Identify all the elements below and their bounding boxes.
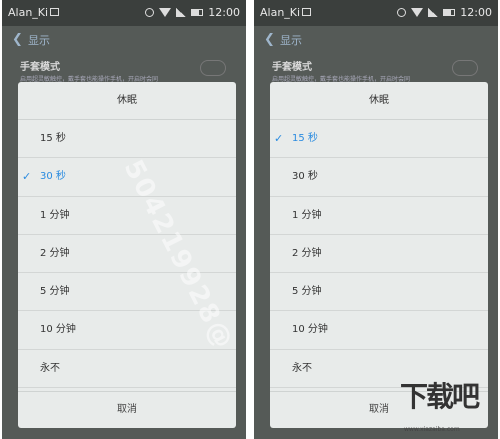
sleep-dialog: 休眠 ✓ 15 秒 30 秒 1 分钟 2 分钟 5 分钟 10 分钟 永不 取消 <box>270 82 488 428</box>
option-10min[interactable]: 10 分钟 <box>270 311 488 350</box>
back-arrow-icon[interactable]: ❮ <box>264 32 275 47</box>
option-1min[interactable]: 1 分钟 <box>270 197 488 235</box>
option-label: 10 分钟 <box>40 324 76 336</box>
checkmark-icon: ✓ <box>274 132 284 145</box>
glove-mode-toggle[interactable] <box>200 60 226 76</box>
status-bar: Alan_Ki 12:00 <box>254 0 498 26</box>
wifi-icon <box>411 8 424 17</box>
wifi-icon <box>159 8 172 17</box>
battery-icon <box>191 9 204 16</box>
image-notification-icon <box>50 8 59 16</box>
option-label: 30 秒 <box>40 171 66 183</box>
option-label: 15 秒 <box>292 133 318 144</box>
option-label: 永不 <box>292 362 312 374</box>
option-label: 5 分钟 <box>292 286 322 298</box>
setting-title: 手套模式 <box>20 62 60 73</box>
option-30s[interactable]: 30 秒 <box>270 158 488 197</box>
title-bar: ❮ 显示 <box>254 26 498 52</box>
option-5min[interactable]: 5 分钟 <box>18 273 236 312</box>
option-5min[interactable]: 5 分钟 <box>270 273 488 312</box>
option-label: 1 分钟 <box>292 209 322 221</box>
page-title: 显示 <box>28 34 50 47</box>
image-notification-icon <box>302 8 311 16</box>
option-label: 1 分钟 <box>40 209 70 221</box>
carrier-label: Alan_Ki <box>8 6 49 19</box>
option-label: 30 秒 <box>292 171 318 183</box>
option-30s[interactable]: ✓ 30 秒 <box>18 158 236 197</box>
setting-title: 手套模式 <box>272 62 312 73</box>
battery-icon <box>443 9 456 16</box>
option-15s[interactable]: ✓ 15 秒 <box>270 120 488 159</box>
status-bar: Alan_Ki 12:00 <box>2 0 246 26</box>
cancel-button[interactable]: 取消 <box>18 391 236 428</box>
glove-mode-setting[interactable]: 手套模式 启用超灵敏触控，戴手套也能操作手机，开启时会同 <box>272 58 482 83</box>
option-label: 10 分钟 <box>292 324 328 336</box>
dialog-title: 休眠 <box>270 82 488 120</box>
phone-screen-right: Alan_Ki 12:00 ❮ 显示 手套模式 启用超灵敏触控，戴手套也能操作手… <box>254 0 498 439</box>
option-never[interactable]: 永不 <box>18 350 236 389</box>
option-label: 2 分钟 <box>40 247 70 259</box>
option-label: 5 分钟 <box>40 286 70 298</box>
back-arrow-icon[interactable]: ❮ <box>12 32 23 47</box>
option-label: 2 分钟 <box>292 247 322 259</box>
alarm-icon <box>397 8 407 17</box>
checkmark-icon: ✓ <box>22 170 32 184</box>
title-bar: ❮ 显示 <box>2 26 246 52</box>
phone-screen-left: Alan_Ki 12:00 ❮ 显示 手套模式 启用超灵敏触控，戴手套也能操作手… <box>2 0 246 439</box>
clock: 12:00 <box>460 6 492 19</box>
cancel-button[interactable]: 取消 <box>270 391 488 428</box>
option-never[interactable]: 永不 <box>270 350 488 389</box>
option-label: 永不 <box>40 362 60 374</box>
dialog-title: 休眠 <box>18 82 236 120</box>
alarm-icon <box>145 8 155 17</box>
status-icons: 12:00 <box>145 6 240 19</box>
clock: 12:00 <box>208 6 240 19</box>
option-15s[interactable]: 15 秒 <box>18 120 236 159</box>
option-2min[interactable]: 2 分钟 <box>18 235 236 274</box>
option-2min[interactable]: 2 分钟 <box>270 235 488 274</box>
option-label: 15 秒 <box>40 133 66 144</box>
signal-icon <box>176 8 187 17</box>
sleep-dialog: 休眠 15 秒 ✓ 30 秒 1 分钟 2 分钟 5 分钟 10 分钟 永不 取消 <box>18 82 236 428</box>
status-icons: 12:00 <box>397 6 492 19</box>
page-title: 显示 <box>280 34 302 47</box>
option-1min[interactable]: 1 分钟 <box>18 197 236 235</box>
option-10min[interactable]: 10 分钟 <box>18 311 236 350</box>
glove-mode-toggle[interactable] <box>452 60 478 76</box>
carrier-label: Alan_Ki <box>260 6 301 19</box>
signal-icon <box>428 8 439 17</box>
glove-mode-setting[interactable]: 手套模式 启用超灵敏触控，戴手套也能操作手机，开启时会同 <box>20 58 230 83</box>
